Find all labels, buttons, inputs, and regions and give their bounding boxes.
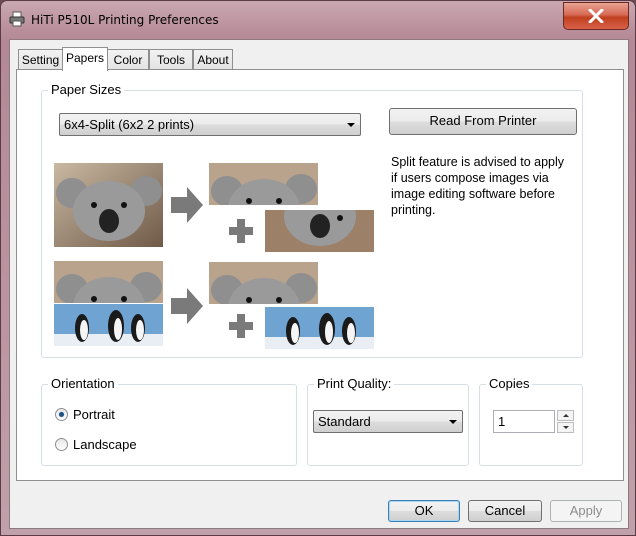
tab-about-label: About bbox=[197, 53, 229, 67]
koala-photo-top-half bbox=[209, 163, 318, 205]
cancel-button[interactable]: Cancel bbox=[468, 500, 542, 522]
title-bar[interactable]: HiTi P510L Printing Preferences bbox=[1, 1, 635, 39]
tab-tools-label: Tools bbox=[156, 53, 185, 67]
orientation-group: Orientation bbox=[41, 376, 297, 466]
tab-tools[interactable]: Tools bbox=[149, 49, 193, 70]
koala-photo-large bbox=[54, 163, 163, 247]
copies-decrement-button[interactable] bbox=[557, 422, 574, 433]
printer-icon bbox=[9, 11, 25, 27]
print-quality-select[interactable]: Standard bbox=[313, 410, 463, 433]
tab-setting[interactable]: Setting bbox=[18, 49, 63, 70]
paper-size-select[interactable]: 6x4-Split (6x2 2 prints) bbox=[59, 113, 361, 136]
copies-increment-button[interactable] bbox=[557, 410, 574, 421]
koala-photo-top-half-2 bbox=[209, 262, 318, 304]
tab-papers-label: Papers bbox=[65, 51, 105, 65]
print-quality-label: Print Quality: bbox=[314, 376, 395, 392]
penguins-photo bbox=[265, 307, 374, 349]
plus-icon bbox=[229, 314, 253, 338]
chevron-down-icon bbox=[347, 123, 355, 127]
printing-preferences-window: HiTi P510L Printing Preferences Setting … bbox=[0, 0, 636, 536]
papers-tab-panel: Paper Sizes 6x4-Split (6x2 2 prints) Rea… bbox=[16, 69, 624, 481]
copies-label: Copies bbox=[486, 376, 533, 392]
close-icon bbox=[588, 9, 604, 23]
plus-icon bbox=[229, 219, 253, 243]
penguins-photo-strip bbox=[54, 304, 163, 346]
read-from-printer-button[interactable]: Read From Printer bbox=[389, 108, 577, 135]
portrait-label[interactable]: Portrait bbox=[73, 407, 115, 422]
koala-photo-strip bbox=[54, 261, 163, 303]
tab-color-label: Color bbox=[113, 53, 143, 67]
split-info-text: Split feature is advised to apply if use… bbox=[391, 155, 565, 217]
orientation-label: Orientation bbox=[48, 376, 118, 392]
tab-about[interactable]: About bbox=[193, 49, 233, 70]
ok-label: OK bbox=[414, 503, 434, 518]
read-from-printer-label: Read From Printer bbox=[429, 113, 537, 128]
landscape-label[interactable]: Landscape bbox=[73, 437, 137, 452]
chevron-down-icon bbox=[449, 420, 457, 424]
tab-setting-label: Setting bbox=[21, 53, 60, 67]
copies-value: 1 bbox=[498, 414, 506, 429]
tab-color[interactable]: Color bbox=[107, 49, 149, 70]
dialog-client-area: Setting Papers Color Tools About Paper S… bbox=[9, 39, 629, 529]
portrait-radio[interactable] bbox=[55, 408, 68, 421]
landscape-radio[interactable] bbox=[55, 438, 68, 451]
copies-input[interactable]: 1 bbox=[493, 410, 555, 433]
arrow-right-icon bbox=[171, 187, 203, 223]
ok-button[interactable]: OK bbox=[388, 500, 460, 522]
paper-sizes-label: Paper Sizes bbox=[48, 82, 125, 98]
cancel-label: Cancel bbox=[484, 503, 526, 518]
window-title: HiTi P510L Printing Preferences bbox=[31, 13, 219, 27]
apply-label: Apply bbox=[569, 503, 603, 518]
apply-button[interactable]: Apply bbox=[550, 500, 622, 522]
print-quality-value: Standard bbox=[318, 414, 371, 429]
paper-size-value: 6x4-Split (6x2 2 prints) bbox=[64, 117, 195, 132]
arrow-right-icon bbox=[171, 288, 203, 324]
tab-papers[interactable]: Papers bbox=[62, 47, 108, 71]
koala-photo-bottom-half bbox=[265, 210, 374, 252]
close-button[interactable] bbox=[563, 2, 629, 30]
